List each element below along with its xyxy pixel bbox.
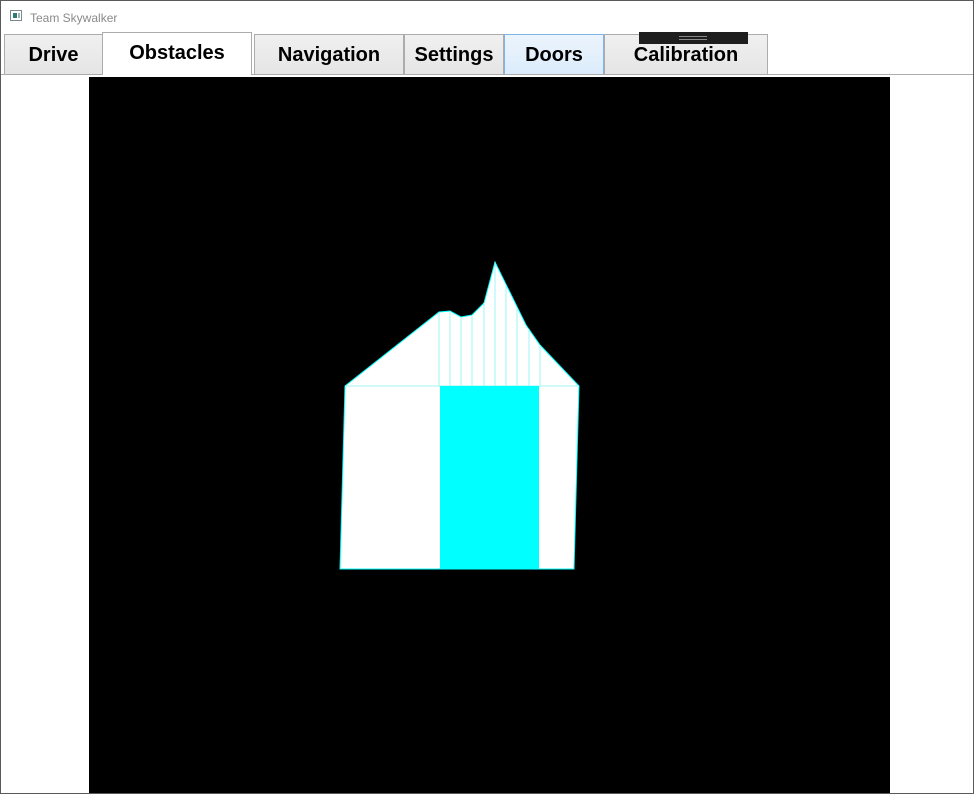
tab-label: Obstacles xyxy=(129,41,225,64)
drag-grip-handle[interactable] xyxy=(639,32,748,44)
app-window: Team Skywalker Drive Obstacles Navigatio… xyxy=(0,0,974,794)
tab-label: Settings xyxy=(414,44,494,66)
tab-settings[interactable]: Settings xyxy=(404,34,504,74)
tab-label: Drive xyxy=(28,44,79,66)
tab-label: Doors xyxy=(525,44,583,66)
tab-label: Navigation xyxy=(277,44,381,66)
obstacle-map-svg xyxy=(339,260,580,570)
tab-drive[interactable]: Drive xyxy=(4,34,103,74)
tab-obstacles[interactable]: Obstacles xyxy=(102,32,252,75)
title-bar[interactable]: Team Skywalker xyxy=(1,1,973,31)
door-rect xyxy=(440,386,539,569)
window-title: Team Skywalker xyxy=(30,11,118,25)
door-marker xyxy=(440,386,539,569)
tab-doors[interactable]: Doors xyxy=(504,34,604,74)
obstacle-map-canvas[interactable] xyxy=(89,77,890,793)
tab-label: Calibration xyxy=(633,44,739,66)
tab-navigation[interactable]: Navigation xyxy=(254,34,404,74)
app-window-icon xyxy=(10,10,22,21)
